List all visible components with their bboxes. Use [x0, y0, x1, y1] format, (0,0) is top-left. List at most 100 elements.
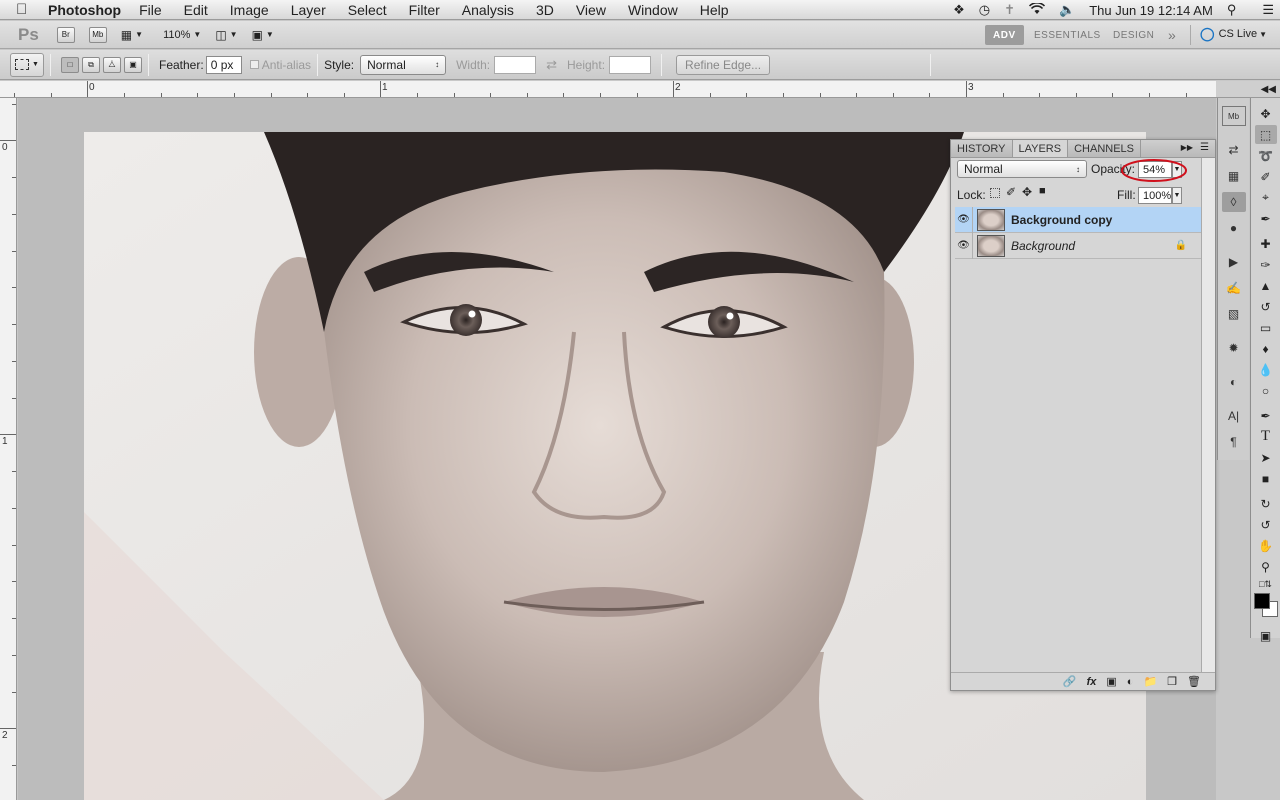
pen-tool-icon[interactable]: ✒	[1255, 406, 1277, 425]
volume-icon[interactable]: 🔈	[1059, 2, 1075, 18]
shape-tool-icon[interactable]: ■	[1255, 469, 1277, 488]
foreground-color-swatch[interactable]	[1253, 593, 1270, 609]
workspace-adv[interactable]: ADV	[985, 25, 1024, 45]
time-machine-icon[interactable]: ◷	[979, 2, 990, 18]
tool-preset-picker[interactable]: ▼	[10, 52, 44, 77]
quick-selection-tool-icon[interactable]: ✐	[1255, 167, 1277, 186]
history-brush-tool-icon[interactable]: ↺	[1255, 297, 1277, 316]
minibridge-button[interactable]: Mb	[88, 26, 107, 43]
marquee-tool-icon[interactable]: ⬚	[1254, 125, 1277, 144]
menu-filter[interactable]: Filter	[409, 2, 440, 18]
clone-stamp-tool-icon[interactable]: ▲	[1255, 276, 1277, 295]
swap-dimensions-icon[interactable]: ⇄	[546, 57, 557, 73]
quick-mask-icon[interactable]: ▣	[1255, 626, 1277, 645]
layer-row-background[interactable]: 👁 Background 🔒	[955, 232, 1201, 259]
menu-layer[interactable]: Layer	[291, 2, 326, 18]
bluetooth-icon[interactable]: ✝	[1004, 2, 1015, 18]
fill-input[interactable]: 100%	[1138, 187, 1172, 204]
height-input[interactable]	[609, 55, 652, 74]
antialias-checkbox[interactable]	[249, 60, 259, 69]
menu-window[interactable]: Window	[628, 2, 678, 18]
panel-menu-icon[interactable]: ☰	[1200, 142, 1209, 153]
lock-transparent-icon[interactable]	[990, 188, 1000, 198]
workspace-essentials[interactable]: ESSENTIALS	[1026, 25, 1109, 45]
screen-mode-menu[interactable]: ▣ ▼	[252, 28, 274, 42]
app-menu[interactable]: Photoshop	[48, 2, 121, 18]
lock-all-icon[interactable]: ■	[1039, 185, 1046, 197]
apple-icon[interactable]: 	[16, 1, 36, 18]
link-layers-icon[interactable]: 🔗	[1063, 675, 1077, 688]
type-tool-icon[interactable]: T	[1255, 427, 1277, 446]
move-tool-icon[interactable]: ✥	[1255, 104, 1277, 123]
brush-tool-icon[interactable]: ✑	[1255, 255, 1277, 274]
refine-edge-button[interactable]: Refine Edge...	[676, 54, 771, 75]
history-dock-icon[interactable]: ⇄	[1222, 140, 1246, 160]
new-selection-icon[interactable]: □	[61, 56, 79, 73]
default-colors-icon[interactable]: □⇅	[1255, 578, 1277, 590]
paint-bucket-tool-icon[interactable]: ♦	[1255, 339, 1277, 358]
dropbox-icon[interactable]: ❖	[953, 2, 965, 18]
lock-paint-icon[interactable]: ✐	[1006, 185, 1016, 199]
color-swatches[interactable]	[1253, 592, 1279, 618]
subtract-from-selection-icon[interactable]: ⧊	[103, 56, 121, 73]
tab-channels[interactable]: CHANNELS	[1068, 140, 1141, 157]
menu-file[interactable]: File	[139, 2, 162, 18]
adjustment-layer-icon[interactable]: ◐	[1127, 676, 1134, 688]
paragraph-dock-icon[interactable]: ¶	[1222, 432, 1246, 452]
eraser-tool-icon[interactable]: ▭	[1255, 318, 1277, 337]
actions-dock-icon[interactable]: ▶	[1222, 252, 1246, 272]
3d-orbit-tool-icon[interactable]: ↺	[1255, 515, 1277, 534]
spotlight-icon[interactable]: ⚲	[1227, 2, 1237, 18]
channels-dock-icon[interactable]: ●	[1222, 218, 1246, 238]
character-dock-icon[interactable]: A|	[1222, 406, 1246, 426]
minibridge-dock-icon[interactable]: Mb	[1221, 106, 1246, 126]
eyedropper-tool-icon[interactable]: ✒	[1255, 209, 1277, 228]
fill-slider-button[interactable]: ▼	[1172, 187, 1182, 204]
new-layer-icon[interactable]: ❐	[1167, 675, 1177, 688]
lasso-tool-icon[interactable]: ➰	[1255, 146, 1277, 165]
new-group-icon[interactable]: 📁	[1143, 675, 1157, 688]
panel-scrollbar[interactable]	[1201, 158, 1215, 673]
hand-tool-icon[interactable]: ✋	[1255, 536, 1277, 555]
feather-input[interactable]: 0 px	[205, 55, 242, 74]
menu-view[interactable]: View	[576, 2, 606, 18]
blend-mode-select[interactable]: Normal ↕	[957, 160, 1087, 178]
add-mask-icon[interactable]: ▣	[1106, 675, 1116, 688]
healing-brush-tool-icon[interactable]: ✚	[1255, 234, 1277, 253]
arrange-documents-menu[interactable]: ◫ ▼	[215, 28, 237, 42]
layer-style-icon[interactable]: fx	[1087, 676, 1097, 688]
masks-dock-icon[interactable]: ◐	[1222, 372, 1246, 392]
brush-presets-dock-icon[interactable]: ✍	[1222, 278, 1246, 298]
workspace-more-button[interactable]: »	[1160, 25, 1184, 45]
clock-text[interactable]: Thu Jun 19 12:14 AM	[1089, 3, 1213, 18]
crop-tool-icon[interactable]: ⌖	[1255, 188, 1277, 207]
menu-3d[interactable]: 3D	[536, 2, 554, 18]
zoom-menu[interactable]: 110% ▼	[163, 29, 201, 41]
style-select[interactable]: Normal ↕	[360, 54, 447, 75]
notification-icon[interactable]: ☰	[1262, 2, 1274, 18]
tab-history[interactable]: HISTORY	[951, 140, 1013, 157]
layer-row-background-copy[interactable]: 👁 Background copy	[955, 206, 1201, 233]
bridge-button[interactable]: Br	[56, 26, 75, 43]
blur-tool-icon[interactable]: 💧	[1255, 360, 1277, 379]
zoom-tool-icon[interactable]: ⚲	[1255, 557, 1277, 576]
menu-select[interactable]: Select	[348, 2, 387, 18]
intersect-selection-icon[interactable]: ▣	[124, 56, 142, 73]
visibility-eye-icon[interactable]: 👁	[955, 206, 973, 233]
width-input[interactable]	[494, 55, 537, 74]
workspace-design[interactable]: DESIGN	[1105, 25, 1162, 45]
view-extras-menu[interactable]: ▦ ▼	[121, 28, 143, 42]
add-to-selection-icon[interactable]: ⧉	[82, 56, 100, 73]
tool-presets-dock-icon[interactable]: ▧	[1222, 304, 1246, 324]
trash-icon[interactable]: 🗑	[1187, 675, 1201, 688]
visibility-eye-icon[interactable]: 👁	[955, 232, 973, 259]
tab-layers[interactable]: LAYERS	[1012, 140, 1069, 157]
swatches-dock-icon[interactable]: ▦	[1222, 166, 1246, 186]
layers-dock-icon[interactable]: ◊	[1221, 192, 1246, 212]
cs-live-menu[interactable]: ◯ CS Live ▼	[1200, 26, 1267, 42]
wifi-icon[interactable]	[1028, 1, 1046, 18]
menu-help[interactable]: Help	[700, 2, 729, 18]
adjustments-dock-icon[interactable]: ✹	[1222, 338, 1246, 358]
menu-analysis[interactable]: Analysis	[462, 2, 514, 18]
menu-edit[interactable]: Edit	[184, 2, 208, 18]
